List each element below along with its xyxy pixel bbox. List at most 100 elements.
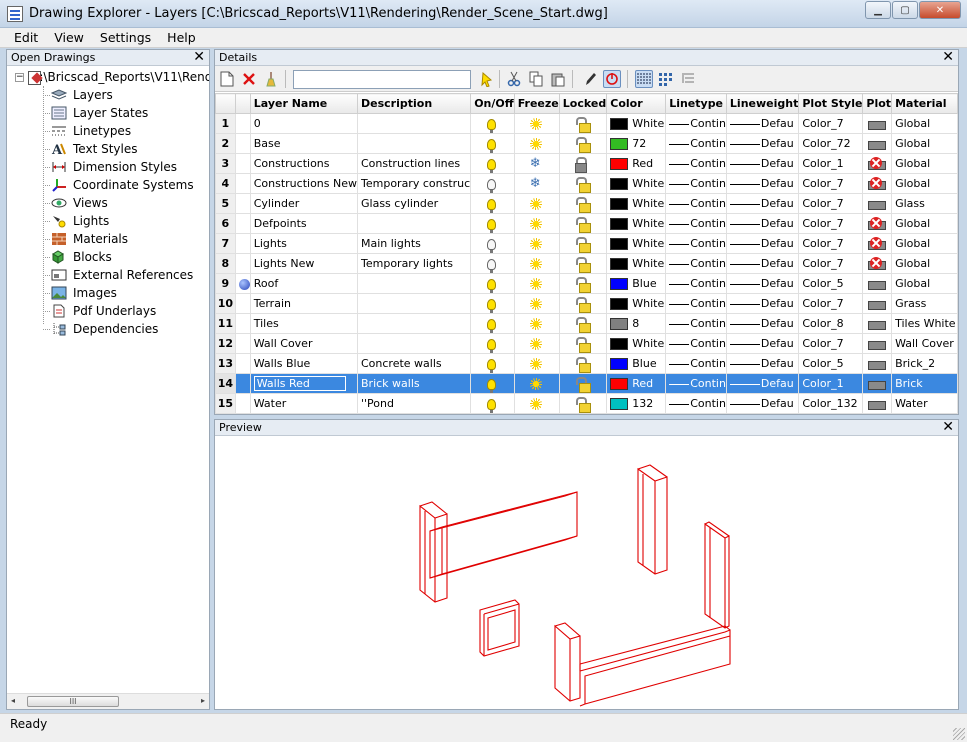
- column-header-plot-style[interactable]: Plot Style: [798, 93, 864, 114]
- lock-open-icon[interactable]: [575, 276, 591, 293]
- lock-open-icon[interactable]: [575, 196, 591, 213]
- tree-view-button[interactable]: [679, 70, 697, 88]
- sun-icon[interactable]: [529, 358, 542, 370]
- color-cell[interactable]: White: [606, 293, 667, 314]
- layer-name-cell[interactable]: Roof: [249, 273, 359, 294]
- lock-open-icon[interactable]: [575, 216, 591, 233]
- plot-cell[interactable]: [862, 353, 893, 374]
- on-off-cell[interactable]: [470, 293, 515, 314]
- plot-cell[interactable]: [862, 393, 893, 414]
- icons-view-button[interactable]: [657, 70, 675, 88]
- plot-cell[interactable]: [862, 213, 893, 234]
- layer-name-cell[interactable]: Base: [249, 133, 359, 154]
- sun-icon[interactable]: [529, 338, 542, 350]
- description-cell[interactable]: [356, 133, 472, 154]
- column-header-status[interactable]: [234, 93, 251, 114]
- freeze-cell[interactable]: ❄: [513, 153, 560, 174]
- layer-filter-input[interactable]: [293, 70, 471, 89]
- on-off-cell[interactable]: [470, 353, 515, 374]
- sun-icon[interactable]: [529, 318, 542, 330]
- bulb-off-icon[interactable]: [487, 258, 497, 273]
- freeze-cell[interactable]: [513, 373, 560, 394]
- bulb-on-icon[interactable]: [487, 218, 497, 233]
- linetype-cell[interactable]: Contin: [665, 173, 727, 194]
- linetype-cell[interactable]: Contin: [665, 153, 727, 174]
- description-cell[interactable]: Brick walls: [356, 373, 472, 394]
- description-cell[interactable]: [356, 333, 472, 354]
- bulb-on-icon[interactable]: [487, 318, 497, 333]
- menu-help[interactable]: Help: [159, 30, 204, 45]
- lineweight-cell[interactable]: Defau: [725, 233, 800, 254]
- printer-icon[interactable]: [868, 356, 887, 372]
- scroll-thumb[interactable]: III: [27, 696, 119, 707]
- layer-name-cell[interactable]: Constructions New: [249, 173, 359, 194]
- freeze-cell[interactable]: [513, 133, 560, 154]
- tree-item-materials[interactable]: Materials: [43, 230, 209, 248]
- sun-icon[interactable]: [529, 118, 542, 130]
- plot-cell[interactable]: [862, 193, 893, 214]
- plot-cell[interactable]: [862, 173, 893, 194]
- close-details-button[interactable]: ✕: [942, 49, 954, 65]
- material-cell[interactable]: Glass: [891, 193, 958, 214]
- plot-style-cell[interactable]: Color_7: [798, 233, 864, 254]
- printer-icon[interactable]: [868, 336, 887, 352]
- tree-item-lights[interactable]: Lights: [43, 212, 209, 230]
- table-row[interactable]: 14 Walls Red Brick walls Red Contin Defa…: [215, 373, 958, 394]
- freeze-cell[interactable]: [513, 273, 560, 294]
- color-cell[interactable]: 132: [606, 393, 667, 414]
- plot-style-cell[interactable]: Color_5: [798, 273, 864, 294]
- lineweight-cell[interactable]: Defau: [725, 113, 800, 134]
- lock-open-icon[interactable]: [575, 136, 591, 153]
- edit-button[interactable]: [581, 70, 599, 88]
- description-cell[interactable]: ''Pond: [356, 393, 472, 414]
- copy-button[interactable]: [527, 70, 545, 88]
- layer-name-cell[interactable]: Lights New: [249, 253, 359, 274]
- plot-cell[interactable]: [862, 133, 893, 154]
- bulb-on-icon[interactable]: [487, 358, 497, 373]
- printer-icon[interactable]: [868, 116, 887, 132]
- tree-item-views[interactable]: Views: [43, 194, 209, 212]
- linetype-cell[interactable]: Contin: [665, 113, 727, 134]
- table-row[interactable]: 8 Lights New Temporary lights White Cont…: [215, 253, 958, 274]
- lock-open-icon[interactable]: [575, 356, 591, 373]
- locked-cell[interactable]: [558, 293, 608, 314]
- layer-name-cell[interactable]: Defpoints: [249, 213, 359, 234]
- material-cell[interactable]: Global: [891, 173, 958, 194]
- material-cell[interactable]: Water: [891, 393, 958, 414]
- sun-icon[interactable]: [529, 218, 542, 230]
- lock-open-icon[interactable]: [575, 376, 591, 393]
- column-header-freeze[interactable]: Freeze: [513, 93, 560, 114]
- tree-item-text-styles[interactable]: A Text Styles: [43, 140, 209, 158]
- lock-open-icon[interactable]: [575, 336, 591, 353]
- tree-item-coordinate-systems[interactable]: Coordinate Systems: [43, 176, 209, 194]
- no-plot-icon[interactable]: [868, 236, 887, 252]
- locked-cell[interactable]: [558, 373, 608, 394]
- color-cell[interactable]: 72: [606, 133, 667, 154]
- description-cell[interactable]: Construction lines: [356, 153, 472, 174]
- plot-cell[interactable]: [862, 113, 893, 134]
- layer-name-cell[interactable]: Walls Red: [249, 373, 359, 394]
- plot-style-cell[interactable]: Color_7: [798, 293, 864, 314]
- on-off-cell[interactable]: [470, 393, 515, 414]
- layer-name-cell[interactable]: Constructions: [249, 153, 359, 174]
- printer-icon[interactable]: [868, 396, 887, 412]
- delete-layer-button[interactable]: [240, 70, 258, 88]
- plot-style-cell[interactable]: Color_8: [798, 313, 864, 334]
- on-off-cell[interactable]: [470, 173, 515, 194]
- on-off-cell[interactable]: [470, 333, 515, 354]
- material-cell[interactable]: Grass: [891, 293, 958, 314]
- plot-cell[interactable]: [862, 153, 893, 174]
- locked-cell[interactable]: [558, 393, 608, 414]
- lock-open-icon[interactable]: [575, 176, 591, 193]
- plot-cell[interactable]: [862, 233, 893, 254]
- close-open-drawings-button[interactable]: ✕: [193, 49, 205, 65]
- column-header-description[interactable]: Description: [356, 93, 472, 114]
- locked-cell[interactable]: [558, 313, 608, 334]
- column-header-lineweight[interactable]: Lineweight: [725, 93, 800, 114]
- bulb-off-icon[interactable]: [487, 178, 497, 193]
- layer-name-cell[interactable]: Lights: [249, 233, 359, 254]
- sun-icon[interactable]: [529, 258, 542, 270]
- color-cell[interactable]: White: [606, 333, 667, 354]
- color-cell[interactable]: Red: [606, 373, 667, 394]
- table-row[interactable]: 15 Water ''Pond 132 Contin Defau Color_1…: [215, 393, 958, 414]
